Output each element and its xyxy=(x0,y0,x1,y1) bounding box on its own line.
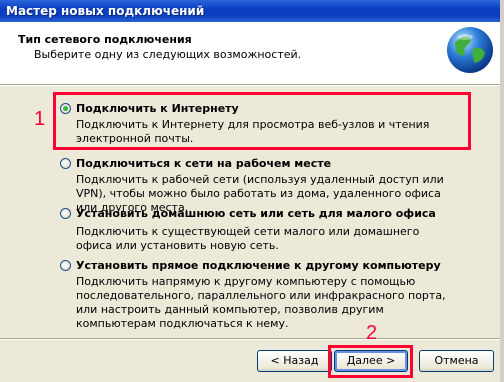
header-subtitle: Выберите одну из следующих возможностей. xyxy=(34,48,302,61)
radio-workplace[interactable] xyxy=(60,158,71,169)
highlight-box-2 xyxy=(328,345,413,378)
option-direct-connection-label[interactable]: Установить прямое подключение к другому … xyxy=(76,259,441,272)
option-home-network-description: Подключить к существующей сети малого ил… xyxy=(76,225,420,252)
title-bar: Мастер новых подключений xyxy=(0,0,504,22)
window-right-edge xyxy=(500,0,504,382)
highlight-box-1 xyxy=(53,92,471,150)
footer-divider xyxy=(0,338,504,340)
option-workplace-label[interactable]: Подключиться к сети на рабочем месте xyxy=(76,157,331,170)
wizard-header: Тип сетевого подключения Выберите одну и… xyxy=(0,22,504,85)
back-button[interactable]: < Назад xyxy=(257,350,332,372)
radio-home-network[interactable] xyxy=(60,208,71,219)
cancel-button[interactable]: Отмена xyxy=(419,350,494,372)
marker-2: 2 xyxy=(366,322,378,344)
radio-direct-connection[interactable] xyxy=(60,260,71,271)
window-title: Мастер новых подключений xyxy=(6,4,205,18)
header-title: Тип сетевого подключения xyxy=(18,33,192,46)
globe-icon xyxy=(447,27,493,73)
option-direct-connection-description: Подключить напрямую к другому компьютеру… xyxy=(76,275,446,330)
marker-1: 1 xyxy=(34,108,46,130)
option-home-network-label[interactable]: Установить домашнюю сеть или сеть для ма… xyxy=(76,207,436,220)
